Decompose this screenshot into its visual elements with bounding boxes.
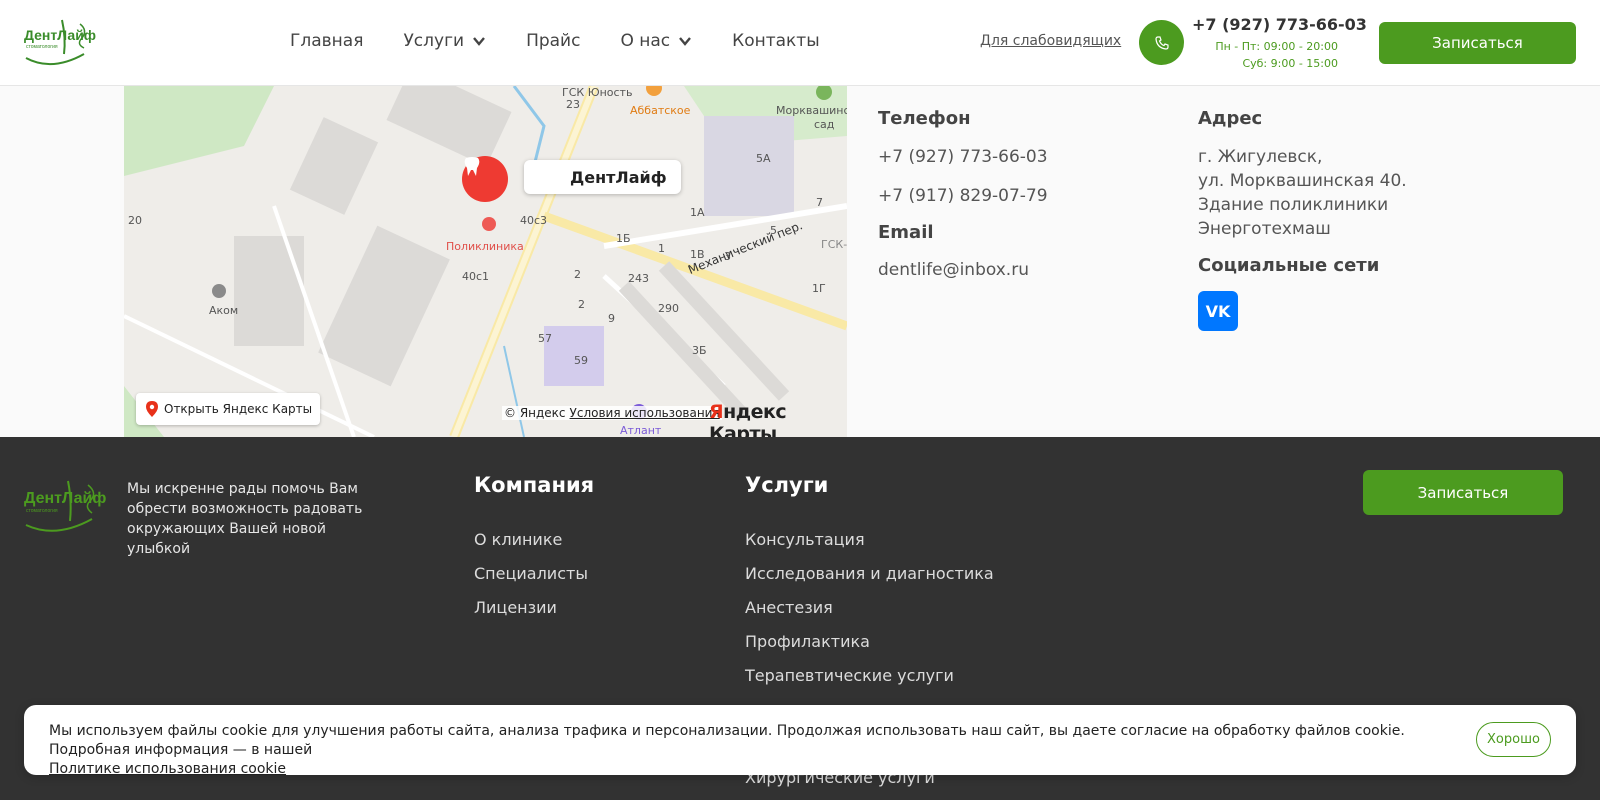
contact-phone-1[interactable]: +7 (927) 773-66-03 — [878, 145, 1048, 169]
address-heading: Адрес — [1198, 108, 1263, 129]
nav-label: Прайс — [526, 31, 581, 51]
chevron-down-icon — [473, 37, 485, 46]
footer-link-about-clinic[interactable]: О клинике — [474, 530, 562, 549]
svg-text:стоматология: стоматология — [26, 44, 58, 50]
address-line: Здание поликлиники — [1198, 195, 1389, 215]
map-label: 23 — [566, 98, 580, 111]
site-header: ДентЛайф стоматология Главная Услуги Пра… — [0, 0, 1600, 86]
hours-saturday: Суб: 9:00 - 15:00 — [1242, 57, 1338, 70]
map-label: 243 — [628, 272, 649, 285]
open-maps-label: Открыть Яндекс Карты — [164, 402, 313, 416]
map-label: 1В — [690, 248, 705, 261]
nav-item-about[interactable]: О нас — [620, 31, 692, 51]
map-label: 40с1 — [462, 270, 490, 283]
cookie-text: Мы используем файлы cookie для улучшения… — [49, 722, 1469, 779]
footer-services-heading: Услуги — [745, 473, 829, 497]
address-line: г. Жигулевск, — [1198, 147, 1323, 167]
map-label: 1А — [690, 206, 705, 219]
footer-about-text: Мы искренне рады помочь Вам обрести возм… — [127, 481, 363, 557]
nav-label: Услуги — [403, 31, 465, 51]
chevron-down-icon — [679, 37, 692, 46]
map-label: 3 — [724, 250, 731, 263]
map-label: 3Б — [692, 344, 707, 357]
header-phone[interactable]: +7 (927) 773-66-03 — [1192, 15, 1367, 34]
map-label: 5А — [756, 152, 771, 165]
map-label: 40с3 — [520, 214, 548, 227]
book-appointment-button[interactable]: Записаться — [1379, 22, 1576, 64]
vk-icon[interactable]: VK — [1198, 291, 1238, 331]
logo-letter: Я — [709, 401, 724, 423]
nav-label: Главная — [290, 31, 364, 51]
footer-company-heading: Компания — [474, 473, 595, 497]
nav-label: О нас — [620, 31, 671, 51]
footer-link-prophylaxis[interactable]: Профилактика — [745, 632, 870, 651]
map-label: 5 — [770, 224, 777, 237]
footer-link-diagnostics[interactable]: Исследования и диагностика — [745, 564, 994, 583]
yandex-maps-logo[interactable]: Яндекс Карты — [709, 401, 847, 437]
map-label: Поликлиника — [446, 240, 524, 253]
address-line: ул. Морквашинская 40. — [1198, 171, 1407, 191]
nav-item-home[interactable]: Главная — [290, 31, 363, 51]
open-yandex-maps-button[interactable]: Открыть Яндекс Карты — [136, 393, 321, 425]
cookie-banner: Мы используем файлы cookie для улучшения… — [24, 705, 1576, 777]
map-label: Атлант — [620, 424, 662, 437]
cookie-message: Мы используем файлы cookie для улучшения… — [49, 723, 1405, 758]
footer-logo[interactable]: ДентЛайф стоматология — [22, 475, 106, 537]
footer-link-licenses[interactable]: Лицензии — [474, 598, 557, 617]
nav-item-services[interactable]: Услуги — [403, 31, 486, 51]
nav-item-price[interactable]: Прайс — [526, 31, 580, 51]
footer-link-consultation[interactable]: Консультация — [745, 530, 865, 549]
social-heading: Социальные сети — [1198, 255, 1380, 276]
map-canvas[interactable] — [124, 86, 847, 437]
phone-button[interactable] — [1139, 20, 1184, 65]
map-label: 59 — [574, 354, 588, 367]
contact-email[interactable]: dentlife@inbox.ru — [878, 258, 1029, 282]
map-label: Морквашинский — [776, 104, 847, 117]
logo-text: ДентЛайф — [24, 490, 106, 507]
main-nav: Главная Услуги Прайс О нас Контакты — [290, 31, 860, 51]
cookie-accept-button[interactable]: Хорошо — [1476, 722, 1551, 757]
logo-text: ДентЛайф — [24, 27, 96, 43]
map-label: 1Г — [812, 282, 826, 295]
phone-icon — [1154, 35, 1169, 50]
contact-phone-2[interactable]: +7 (917) 829-07-79 — [878, 184, 1048, 208]
map-label: 290 — [658, 302, 679, 315]
hours-weekday: Пн - Пт: 09:00 - 20:00 — [1215, 40, 1338, 53]
map-label: сад — [814, 118, 835, 131]
terms-link[interactable]: Условия использования — [570, 406, 720, 420]
map-label: 20 — [128, 214, 142, 227]
phone-heading: Телефон — [878, 108, 971, 129]
map-label: Аббатское — [630, 104, 691, 117]
nav-label: Контакты — [732, 31, 820, 51]
map-label: Аком — [209, 304, 239, 317]
logo[interactable]: ДентЛайф стоматология — [22, 14, 96, 70]
footer-link-specialists[interactable]: Специалисты — [474, 564, 588, 583]
accessibility-link[interactable]: Для слабовидящих — [980, 33, 1121, 49]
map-copyright: © Яндекс Условия использования — [502, 406, 722, 420]
footer-link-anesthesia[interactable]: Анестезия — [745, 598, 833, 617]
location-pin-icon — [146, 401, 158, 417]
tooth-pin-icon[interactable] — [462, 156, 508, 202]
email-heading: Email — [878, 222, 934, 243]
map-place-card[interactable]: ДентЛайф — [524, 160, 681, 194]
cookie-policy-link[interactable]: Политике использования cookie — [49, 761, 286, 777]
address-line: Энерготехмаш — [1198, 219, 1331, 239]
map-label: ГСК- — [821, 238, 847, 251]
map-label: 9 — [608, 312, 615, 325]
map-label: 1Б — [616, 232, 631, 245]
copyright-text: © Яндекс — [504, 406, 566, 420]
map-label: 2 — [578, 298, 585, 311]
map-label: 2 — [574, 268, 581, 281]
map-label: 7 — [816, 196, 823, 209]
map-label: 57 — [538, 332, 552, 345]
nav-item-contacts[interactable]: Контакты — [732, 31, 820, 51]
map-widget[interactable]: ГСК Юность Аббатское Морквашинский сад П… — [124, 86, 847, 437]
footer-book-button[interactable]: Записаться — [1363, 470, 1563, 515]
footer-link-therapy[interactable]: Терапевтические услуги — [745, 666, 954, 685]
svg-text:стоматология: стоматология — [26, 508, 58, 514]
map-label: 1 — [658, 242, 665, 255]
